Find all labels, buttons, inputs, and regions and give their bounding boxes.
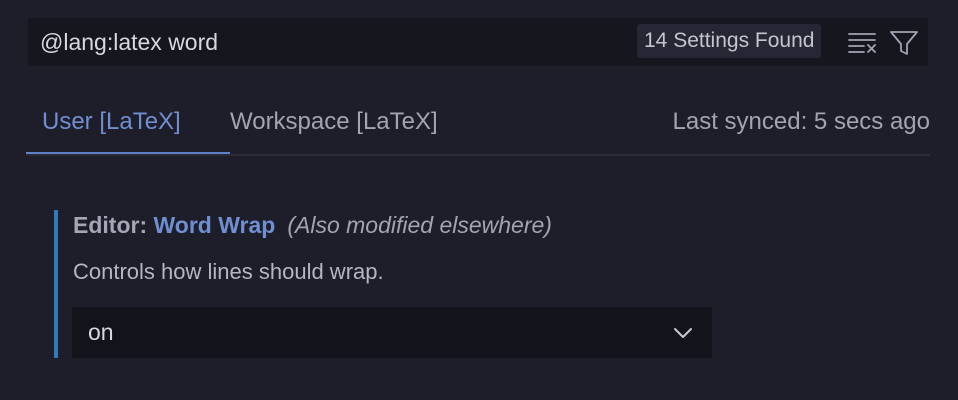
setting-name: Word Wrap	[153, 212, 276, 238]
setting-category: Editor:	[73, 212, 154, 238]
setting-title: Editor: Word Wrap (Also modified elsewher…	[73, 210, 552, 240]
chevron-down-icon	[672, 322, 694, 344]
modified-elsewhere-link[interactable]: (Also modified elsewhere)	[287, 212, 552, 238]
clear-filter-icon[interactable]	[848, 30, 878, 54]
settings-editor: 14 Settings Found User [LaTeX] Workspace…	[0, 0, 958, 400]
word-wrap-select[interactable]: on	[72, 307, 712, 358]
tab-workspace[interactable]: Workspace [LaTeX]	[230, 100, 438, 152]
search-bar: 14 Settings Found	[28, 18, 928, 66]
settings-search-input[interactable]	[40, 18, 620, 66]
setting-description: Controls how lines should wrap.	[73, 259, 384, 284]
sync-status: Last synced: 5 secs ago	[672, 108, 930, 135]
select-value: on	[88, 319, 114, 345]
results-count-badge: 14 Settings Found	[637, 24, 822, 58]
filter-icon[interactable]	[889, 29, 919, 57]
tab-user[interactable]: User [LaTeX]	[26, 100, 230, 154]
setting-word-wrap: Editor: Word Wrap (Also modified elsewher…	[54, 210, 738, 358]
settings-scope-tabs: User [LaTeX] Workspace [LaTeX] Last sync…	[26, 100, 930, 156]
